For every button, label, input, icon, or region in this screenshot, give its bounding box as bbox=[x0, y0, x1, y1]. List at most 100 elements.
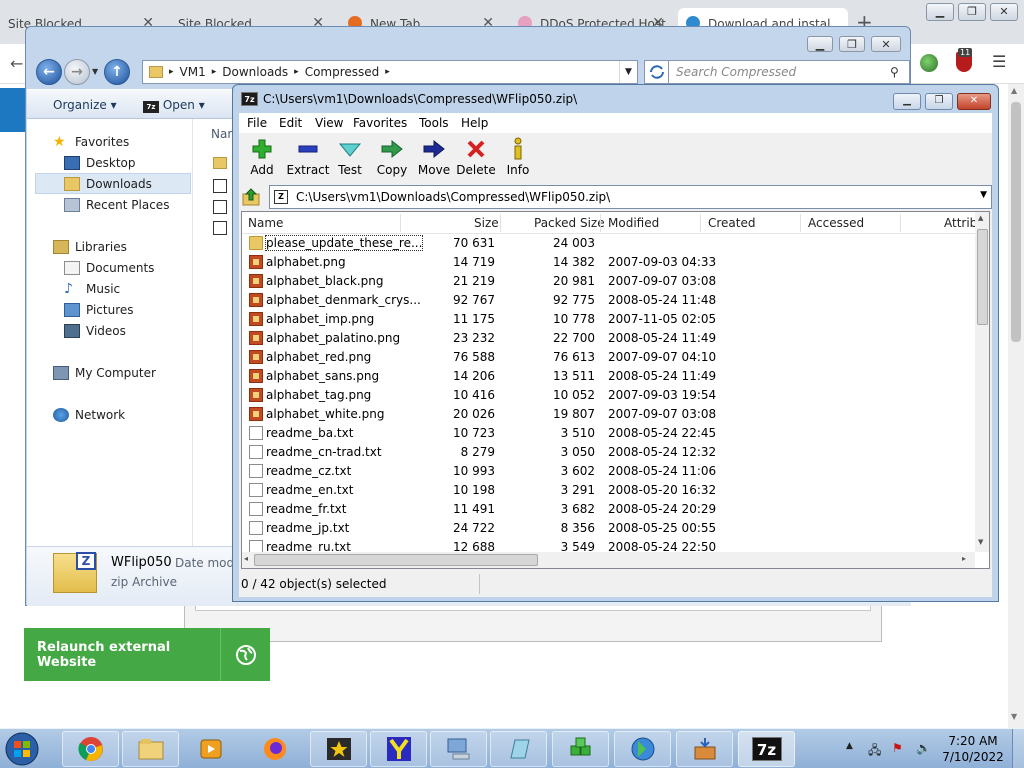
nav-videos[interactable]: Videos bbox=[27, 320, 193, 341]
test-button[interactable]: Test bbox=[327, 137, 373, 179]
tray-expand-icon[interactable]: ▲ bbox=[846, 741, 853, 751]
nav-my-computer[interactable]: My Computer bbox=[27, 362, 193, 383]
up-folder-button[interactable] bbox=[241, 187, 263, 207]
scrollbar-thumb[interactable] bbox=[1011, 102, 1021, 342]
scroll-up-icon[interactable]: ▲ bbox=[1011, 86, 1017, 95]
organize-button[interactable]: Organize ▾ bbox=[53, 98, 117, 112]
taskbar-7zip[interactable]: 7z bbox=[738, 731, 795, 767]
nav-libraries[interactable]: Libraries bbox=[27, 236, 193, 257]
maximize-button[interactable]: ❐ bbox=[839, 36, 865, 52]
start-button[interactable] bbox=[2, 731, 46, 767]
network-tray-icon[interactable]: 🖧 bbox=[868, 741, 881, 762]
taskbar-chrome[interactable] bbox=[62, 731, 119, 767]
minimize-button[interactable]: ▁ bbox=[893, 93, 921, 110]
chevron-down-icon[interactable]: ▼ bbox=[980, 190, 987, 200]
breadcrumb-item[interactable]: Downloads bbox=[222, 65, 288, 79]
archive-icon[interactable] bbox=[213, 221, 227, 235]
file-row[interactable]: readme_ba.txt 10 723 3 510 2008-05-24 22:45 bbox=[242, 424, 975, 443]
minimize-button[interactable]: ▁ bbox=[926, 3, 954, 21]
taskbar-installer[interactable] bbox=[676, 731, 733, 767]
taskbar-download-manager[interactable] bbox=[614, 731, 671, 767]
show-desktop-button[interactable] bbox=[1012, 729, 1024, 768]
nav-documents[interactable]: Documents bbox=[27, 257, 193, 278]
file-row[interactable]: readme_en.txt 10 198 3 291 2008-05-20 16:32 bbox=[242, 481, 975, 500]
taskbar-network-app[interactable] bbox=[430, 731, 487, 767]
ublock-icon[interactable]: 11 bbox=[956, 48, 973, 72]
column-packed-size[interactable]: Packed Size bbox=[534, 216, 605, 230]
taskbar-cubes-app[interactable] bbox=[552, 731, 609, 767]
scroll-right-icon[interactable]: ▸ bbox=[962, 554, 966, 563]
file-row[interactable]: alphabet_red.png 76 588 76 613 2007-09-07 0… bbox=[242, 348, 975, 367]
close-button[interactable]: ✕ bbox=[990, 3, 1018, 21]
column-accessed[interactable]: Accessed bbox=[808, 216, 864, 230]
nav-favorites[interactable]: ★ Favorites bbox=[27, 131, 193, 152]
menu-file[interactable]: File bbox=[247, 116, 267, 130]
column-size[interactable]: Size bbox=[474, 216, 499, 230]
info-button[interactable]: Info bbox=[495, 137, 541, 179]
add-button[interactable]: Add bbox=[239, 137, 285, 179]
file-row[interactable]: please_update_these_re... 70 631 24 003 bbox=[242, 234, 975, 253]
move-button[interactable]: Move bbox=[411, 137, 457, 179]
back-button[interactable]: ← bbox=[36, 59, 62, 85]
scrollbar-thumb[interactable] bbox=[254, 554, 538, 566]
minimize-button[interactable]: ▁ bbox=[807, 36, 833, 52]
refresh-button[interactable] bbox=[644, 60, 670, 84]
file-row[interactable]: alphabet_palatino.png 23 232 22 700 2008-05… bbox=[242, 329, 975, 348]
file-row[interactable]: readme_cn-trad.txt 8 279 3 050 2008-05-24 1… bbox=[242, 443, 975, 462]
browser-scrollbar[interactable]: ▲ ▼ bbox=[1008, 84, 1024, 728]
volume-icon[interactable]: 🔈 bbox=[916, 741, 931, 755]
archive-icon[interactable] bbox=[213, 200, 227, 214]
horizontal-scrollbar[interactable]: ◂ ▸ bbox=[242, 552, 975, 568]
file-row[interactable]: alphabet_white.png 20 026 19 807 2007-09-07… bbox=[242, 405, 975, 424]
taskbar-app-y[interactable] bbox=[370, 731, 427, 767]
taskbar-notes-app[interactable] bbox=[490, 731, 547, 767]
taskbar-firefox[interactable] bbox=[246, 731, 303, 767]
scrollbar-thumb[interactable] bbox=[977, 229, 988, 325]
scroll-up-icon[interactable]: ▲ bbox=[978, 214, 983, 222]
extension-globe-icon[interactable] bbox=[920, 54, 938, 72]
menu-favorites[interactable]: Favorites bbox=[353, 116, 407, 130]
folder-icon[interactable] bbox=[213, 157, 227, 169]
file-row[interactable]: alphabet_sans.png 14 206 13 511 2008-05-24 … bbox=[242, 367, 975, 386]
delete-button[interactable]: Delete bbox=[453, 137, 499, 179]
maximize-button[interactable]: ❐ bbox=[925, 93, 953, 110]
column-attributes[interactable]: Attrib bbox=[944, 216, 977, 230]
file-row[interactable]: alphabet_black.png 21 219 20 981 2007-09-07… bbox=[242, 272, 975, 291]
nav-music[interactable]: ♪ Music bbox=[27, 278, 193, 299]
search-input[interactable]: Search Compressed bbox=[668, 60, 910, 84]
taskbar-explorer[interactable] bbox=[122, 731, 179, 767]
file-row[interactable]: readme_jp.txt 24 722 8 356 2008-05-25 00:55 bbox=[242, 519, 975, 538]
maximize-button[interactable]: ❐ bbox=[958, 3, 986, 21]
address-bar[interactable]: ▸ VM1 ▸ Downloads ▸ Compressed ▸ ▼ bbox=[142, 60, 638, 84]
column-name[interactable]: Name bbox=[248, 216, 283, 230]
search-icon[interactable]: ⚲ bbox=[890, 65, 899, 79]
up-button[interactable]: ↑ bbox=[104, 59, 130, 85]
open-button[interactable]: 7z Open ▾ bbox=[143, 98, 205, 113]
action-center-icon[interactable]: ⚑ bbox=[892, 741, 903, 755]
system-clock[interactable]: 7:20 AM 7/10/2022 bbox=[942, 733, 1004, 765]
file-row[interactable]: readme_cz.txt 10 993 3 602 2008-05-24 11:06 bbox=[242, 462, 975, 481]
column-modified[interactable]: Modified bbox=[608, 216, 659, 230]
forward-button[interactable]: → bbox=[64, 59, 90, 85]
extract-button[interactable]: Extract bbox=[283, 137, 333, 179]
menu-view[interactable]: View bbox=[315, 116, 343, 130]
chevron-down-icon[interactable]: ▼ bbox=[619, 61, 637, 83]
scroll-down-icon[interactable]: ▼ bbox=[978, 538, 983, 546]
relaunch-website-button[interactable]: Relaunch external Website bbox=[24, 628, 270, 681]
copy-button[interactable]: Copy bbox=[369, 137, 415, 179]
close-button[interactable]: ✕ bbox=[871, 36, 901, 52]
menu-tools[interactable]: Tools bbox=[419, 116, 449, 130]
path-input[interactable]: Z C:\Users\vm1\Downloads\Compressed\WFli… bbox=[269, 185, 992, 209]
breadcrumb-item[interactable]: Compressed bbox=[305, 65, 380, 79]
7zip-title-bar[interactable]: 7z C:\Users\vm1\Downloads\Compressed\WFl… bbox=[233, 85, 998, 113]
file-row[interactable]: readme_fr.txt 11 491 3 682 2008-05-24 20:29 bbox=[242, 500, 975, 519]
menu-icon[interactable]: ☰ bbox=[992, 52, 1006, 71]
file-row[interactable]: alphabet_imp.png 11 175 10 778 2007-11-05 0… bbox=[242, 310, 975, 329]
back-icon[interactable]: ← bbox=[10, 54, 23, 73]
taskbar-media-player[interactable] bbox=[182, 731, 239, 767]
column-created[interactable]: Created bbox=[708, 216, 756, 230]
nav-downloads[interactable]: Downloads bbox=[35, 173, 191, 194]
file-row[interactable]: alphabet_tag.png 10 416 10 052 2007-09-03 1… bbox=[242, 386, 975, 405]
taskbar-video-app[interactable] bbox=[310, 731, 367, 767]
archive-icon[interactable] bbox=[213, 179, 227, 193]
